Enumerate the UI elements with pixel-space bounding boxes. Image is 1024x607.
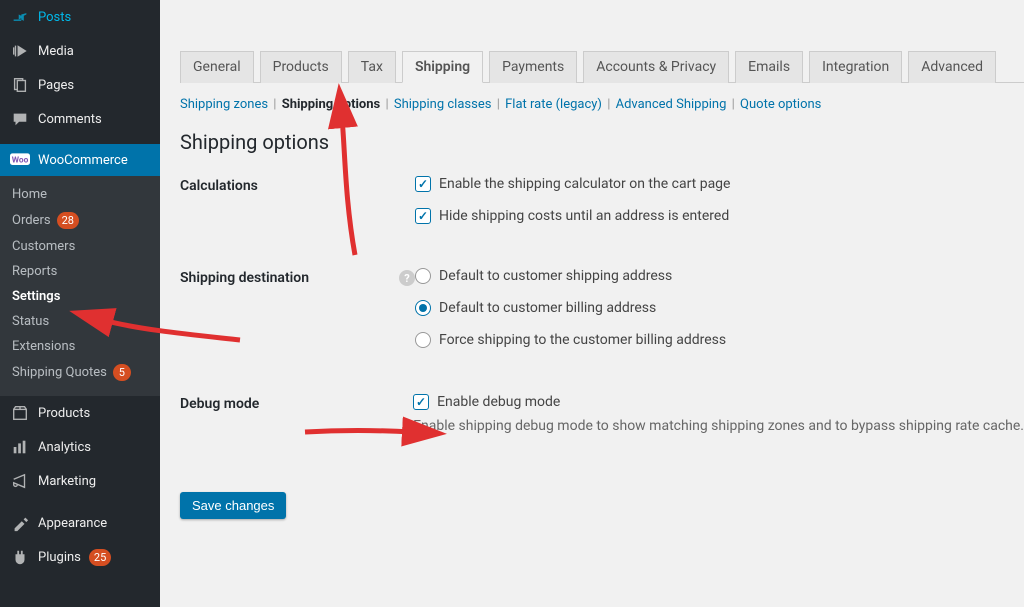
svg-text:Woo: Woo [12, 156, 29, 166]
plugins-icon [10, 548, 30, 566]
debug-enable[interactable]: Enable debug mode [413, 394, 1024, 410]
sidebar-item-appearance[interactable]: Appearance [0, 506, 160, 540]
submenu-reports[interactable]: Reports [0, 259, 160, 284]
calc-hide-costs[interactable]: Hide shipping costs until an address is … [415, 208, 1024, 224]
sidebar-item-plugins[interactable]: Plugins 25 [0, 540, 160, 574]
plugins-badge: 25 [89, 549, 111, 566]
sidebar-item-products[interactable]: Products [0, 396, 160, 430]
debug-mode-label: Debug mode [180, 394, 413, 412]
subtab-shipping-zones[interactable]: Shipping zones [180, 97, 268, 112]
sidebar-item-label: Pages [38, 78, 74, 93]
analytics-icon [10, 438, 30, 456]
section-title: Shipping options [180, 130, 1024, 154]
sidebar-item-posts[interactable]: Posts [0, 0, 160, 34]
dest-shipping-address[interactable]: Default to customer shipping address [415, 268, 1024, 284]
dest-billing-address[interactable]: Default to customer billing address [415, 300, 1024, 316]
subtab-quote-options[interactable]: Quote options [740, 97, 821, 112]
sidebar-item-label: Plugins [38, 550, 81, 565]
submenu-home[interactable]: Home [0, 182, 160, 207]
media-icon [10, 42, 30, 60]
pages-icon [10, 76, 30, 94]
main-content: General Products Tax Shipping Payments A… [160, 0, 1024, 607]
tab-tax[interactable]: Tax [348, 51, 396, 83]
orders-badge: 28 [57, 212, 79, 229]
sidebar-item-media[interactable]: Media [0, 34, 160, 68]
debug-mode-row: Debug mode Enable debug mode Enable ship… [180, 394, 1024, 434]
subtab-advanced-shipping[interactable]: Advanced Shipping [616, 97, 727, 112]
admin-sidebar: Posts Media Pages Comments Woo WooCommer… [0, 0, 160, 607]
submenu-settings[interactable]: Settings [0, 284, 160, 309]
submenu-orders[interactable]: Orders28 [0, 207, 160, 234]
pin-icon [10, 8, 30, 26]
sidebar-item-label: Media [38, 44, 74, 59]
sidebar-item-pages[interactable]: Pages [0, 68, 160, 102]
tab-accounts-privacy[interactable]: Accounts & Privacy [583, 51, 729, 83]
radio-icon[interactable] [415, 332, 431, 348]
subtab-shipping-classes[interactable]: Shipping classes [394, 97, 492, 112]
woocommerce-icon: Woo [10, 152, 30, 168]
sidebar-item-label: Analytics [38, 440, 91, 455]
sidebar-item-label: Posts [38, 10, 71, 25]
radio-icon[interactable] [415, 268, 431, 284]
comment-icon [10, 110, 30, 128]
tab-integration[interactable]: Integration [809, 51, 902, 83]
woocommerce-submenu: Home Orders28 Customers Reports Settings… [0, 176, 160, 396]
sidebar-item-marketing[interactable]: Marketing [0, 464, 160, 498]
debug-description: Enable shipping debug mode to show match… [413, 418, 1024, 434]
help-icon[interactable]: ? [399, 270, 415, 286]
save-changes-button[interactable]: Save changes [180, 492, 286, 519]
sidebar-item-label: WooCommerce [38, 153, 128, 168]
calculations-row: Calculations Enable the shipping calcula… [180, 176, 1024, 240]
sidebar-item-analytics[interactable]: Analytics [0, 430, 160, 464]
tab-advanced[interactable]: Advanced [908, 51, 996, 83]
shipping-subtab-row: Shipping zones | Shipping options | Ship… [180, 91, 1024, 116]
shipping-destination-label: Shipping destination ? [180, 268, 415, 286]
sidebar-item-label: Appearance [38, 516, 107, 531]
tab-products[interactable]: Products [260, 51, 342, 83]
submenu-extensions[interactable]: Extensions [0, 334, 160, 359]
products-icon [10, 404, 30, 422]
radio-icon[interactable] [415, 300, 431, 316]
tab-shipping[interactable]: Shipping [402, 51, 483, 83]
checkbox-icon[interactable] [415, 176, 431, 192]
checkbox-icon[interactable] [415, 208, 431, 224]
calc-enable-calculator[interactable]: Enable the shipping calculator on the ca… [415, 176, 1024, 192]
marketing-icon [10, 472, 30, 490]
sidebar-item-label: Products [38, 406, 90, 421]
tab-emails[interactable]: Emails [735, 51, 803, 83]
sidebar-item-label: Marketing [38, 474, 96, 489]
settings-tab-row: General Products Tax Shipping Payments A… [180, 50, 1024, 83]
subtab-shipping-options[interactable]: Shipping options [282, 97, 381, 112]
calculations-label: Calculations [180, 176, 415, 194]
tab-general[interactable]: General [180, 51, 254, 83]
tab-payments[interactable]: Payments [489, 51, 577, 83]
subtab-flat-rate-legacy[interactable]: Flat rate (legacy) [505, 97, 602, 112]
sidebar-item-comments[interactable]: Comments [0, 102, 160, 136]
checkbox-icon[interactable] [413, 394, 429, 410]
dest-force-billing[interactable]: Force shipping to the customer billing a… [415, 332, 1024, 348]
sidebar-item-woocommerce[interactable]: Woo WooCommerce [0, 144, 160, 176]
sidebar-item-label: Comments [38, 112, 102, 127]
shipping-quotes-badge: 5 [113, 364, 131, 381]
submenu-customers[interactable]: Customers [0, 234, 160, 259]
shipping-destination-row: Shipping destination ? Default to custom… [180, 268, 1024, 364]
submenu-shipping-quotes[interactable]: Shipping Quotes5 [0, 359, 160, 386]
appearance-icon [10, 514, 30, 532]
submenu-status[interactable]: Status [0, 309, 160, 334]
